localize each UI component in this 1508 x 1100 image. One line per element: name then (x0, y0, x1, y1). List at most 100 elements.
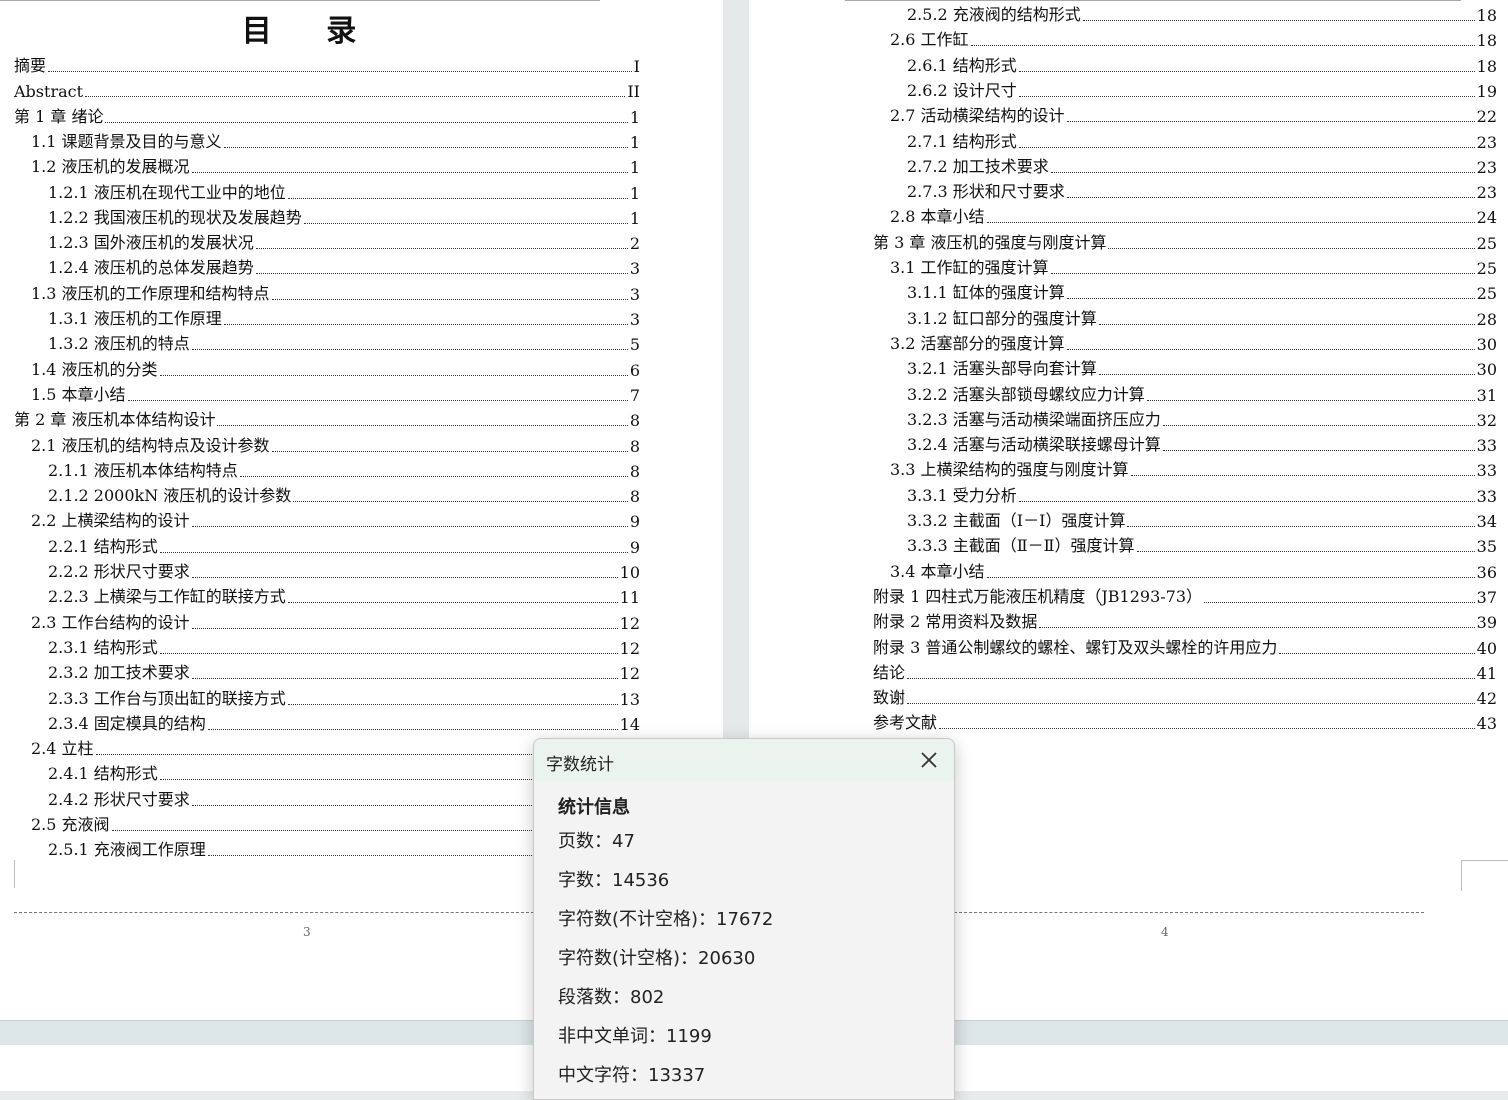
toc-entry[interactable]: 3.1.2 缸口部分的强度计算 28 (907, 307, 1497, 329)
toc-entry[interactable]: 3.3 上横梁结构的强度与刚度计算 33 (890, 458, 1497, 480)
toc-entry[interactable]: 3.3.3 主截面（Ⅱ－Ⅱ）强度计算 35 (907, 534, 1497, 556)
toc-leader-dots (191, 172, 628, 174)
toc-entry[interactable]: 2.7 活动横梁结构的设计 22 (890, 104, 1497, 126)
toc-entry[interactable]: 1.2.1 液压机在现代工业中的地位 1 (48, 181, 640, 203)
toc-entry[interactable]: 结论 41 (873, 661, 1497, 683)
toc-entry-title: 1.2.3 国外液压机的发展状况 (48, 233, 254, 253)
toc-leader-dots (1018, 146, 1475, 148)
toc-entry[interactable]: 1.2 液压机的发展概况 1 (31, 155, 640, 177)
toc-entry-title: 1.3.1 液压机的工作原理 (48, 309, 222, 328)
toc-entry[interactable]: 1.4 液压机的分类 6 (31, 358, 640, 380)
toc-entry[interactable]: 1.5 本章小结 7 (31, 383, 640, 405)
toc-entry[interactable]: 1.2.2 我国液压机的现状及发展趋势 1 (48, 206, 640, 228)
toc-leader-dots (255, 273, 628, 275)
toc-entry[interactable]: 3.3.2 主截面（Ⅰ－Ⅰ）强度计算 34 (907, 509, 1497, 531)
toc-entry[interactable]: 第 3 章 液压机的强度与刚度计算 25 (873, 231, 1497, 253)
toc-entry-title: 3.1.2 缸口部分的强度计算 (907, 308, 1097, 328)
toc-leader-dots (159, 652, 618, 654)
toc-entry[interactable]: 附录 1 四柱式万能液压机精度（JB1293-73） 37 (873, 585, 1497, 607)
toc-entry[interactable]: 3.2.1 活塞头部导向套计算 30 (907, 357, 1497, 379)
toc-entry[interactable]: 1.2.4 液压机的总体发展趋势 3 (48, 256, 640, 278)
toc-entry-title: 3.4 本章小结 (890, 561, 985, 581)
toc-entry[interactable]: 2.5 充液阀 (31, 813, 540, 835)
toc-entry[interactable]: 2.1.1 液压机本体结构特点 8 (48, 459, 640, 481)
toc-entry[interactable]: 2.6.2 设计尺寸 19 (907, 79, 1497, 101)
toc-entry-title: 致谢 (873, 688, 906, 708)
toc-leader-dots (287, 703, 618, 705)
toc-page-number: 8 (629, 436, 640, 456)
toc-page-number: 37 (1476, 587, 1497, 607)
toc-entry[interactable]: 2.4 立柱 (31, 737, 540, 759)
toc-entry[interactable]: 2.3.3 工作台与顶出缸的联接方式 13 (48, 687, 640, 709)
toc-entry[interactable]: 2.5.2 充液阀的结构形式 18 (907, 3, 1497, 25)
toc-entry[interactable]: 2.3.4 固定模具的结构 14 (48, 712, 640, 734)
toc-page-number: 32 (1476, 410, 1497, 430)
toc-leader-dots (1018, 500, 1475, 502)
toc-entry[interactable]: 2.6 工作缸 18 (890, 28, 1497, 50)
toc-entry[interactable]: 3.2.4 活塞与活动横梁联接螺母计算 33 (907, 433, 1497, 455)
toc-entry[interactable]: 3.2.2 活塞头部锁母螺纹应力计算 31 (907, 383, 1497, 405)
toc-entry[interactable]: 第 1 章 绪论 1 (14, 105, 640, 127)
toc-entry[interactable]: 2.6.1 结构形式 18 (907, 54, 1497, 76)
toc-page-number: 18 (1476, 56, 1497, 76)
toc-entry[interactable]: 2.7.3 形状和尺寸要求 23 (907, 180, 1497, 202)
toc-entry[interactable]: 2.5.1 充液阀工作原理 (48, 838, 540, 860)
toc-page-number: 2 (629, 234, 640, 254)
toc-page-number: 22 (1476, 107, 1497, 127)
toc-entry[interactable]: 2.3.1 结构形式 12 (48, 636, 640, 658)
toc-page-number: 33 (1476, 461, 1497, 481)
toc-entry[interactable]: 1.1 课题背景及目的与意义 1 (31, 130, 640, 152)
toc-page-number: 5 (629, 335, 640, 355)
toc-entry[interactable]: 1.2.3 国外液压机的发展状况 2 (48, 231, 640, 253)
toc-entry[interactable]: 第 2 章 液压机本体结构设计 8 (14, 408, 640, 430)
toc-entry-title: 2.5.1 充液阀工作原理 (48, 840, 206, 860)
toc-entry[interactable]: 致谢 42 (873, 686, 1497, 708)
toc-entry-title: 附录 2 常用资料及数据 (873, 612, 1038, 632)
toc-entry[interactable]: 2.1.2 2000kN 液压机的设计参数 8 (48, 484, 640, 506)
toc-entry[interactable]: 2.2.3 上横梁与工作缸的联接方式 11 (48, 585, 640, 607)
toc-entry-title: 2.3.3 工作台与顶出缸的联接方式 (48, 688, 286, 708)
toc-entry-title: 1.2.2 我国液压机的现状及发展趋势 (48, 207, 302, 227)
toc-entry[interactable]: 3.1 工作缸的强度计算 25 (890, 256, 1497, 278)
toc-page-number: 23 (1476, 132, 1497, 152)
toc-entry[interactable]: 2.7.1 结构形式 23 (907, 130, 1497, 152)
toc-entry[interactable]: 1.3 液压机的工作原理和结构特点 3 (31, 282, 640, 304)
toc-entry[interactable]: 3.2.3 活塞与活动横梁端面挤压应力 32 (907, 408, 1497, 430)
toc-entry[interactable]: 附录 2 常用资料及数据 39 (873, 610, 1497, 632)
toc-entry[interactable]: 2.2.2 形状尺寸要求 10 (48, 560, 640, 582)
toc-entry-title: 2.7.1 结构形式 (907, 131, 1017, 151)
toc-entry[interactable]: 3.1.1 缸体的强度计算 25 (907, 281, 1497, 303)
toc-entry-title: 3.2.2 活塞头部锁母螺纹应力计算 (907, 384, 1145, 404)
toc-leader-dots (1050, 171, 1475, 173)
dialog-header: 字数统计 (534, 739, 954, 781)
toc-entry[interactable]: Abstract II (14, 79, 640, 101)
toc-entry[interactable]: 2.4.1 结构形式 (48, 762, 540, 784)
toc-entry-title: 2.7.3 形状和尺寸要求 (907, 182, 1065, 202)
toc-entry[interactable]: 3.4 本章小结 36 (890, 560, 1497, 582)
toc-entry[interactable]: 参考文献 43 (873, 711, 1497, 733)
toc-entry[interactable]: 附录 3 普通公制螺纹的螺栓、螺钉及双头螺栓的许用应力 40 (873, 636, 1497, 658)
toc-entry-title: 3.2.4 活塞与活动横梁联接螺母计算 (907, 435, 1161, 455)
stat-paragraphs: 段落数：802 (558, 987, 665, 1008)
toc-entry[interactable]: 2.3.2 加工技术要求 12 (48, 661, 640, 683)
close-icon[interactable] (916, 747, 942, 773)
stat-non-chinese-words: 非中文单词：1199 (558, 1026, 712, 1047)
toc-entry[interactable]: 1.3.2 液压机的特点 5 (48, 332, 640, 354)
stat-pages: 页数：47 (558, 831, 635, 852)
toc-entry[interactable]: 2.7.2 加工技术要求 23 (907, 155, 1497, 177)
toc-page-number: 25 (1476, 233, 1497, 253)
toc-entry-title: 第 2 章 液压机本体结构设计 (14, 410, 216, 430)
toc-entry[interactable]: 2.2 上横梁结构的设计 9 (31, 509, 640, 531)
toc-entry[interactable]: 1.3.1 液压机的工作原理 3 (48, 307, 640, 329)
toc-entry[interactable]: 3.2 活塞部分的强度计算 30 (890, 332, 1497, 354)
toc-entry[interactable]: 3.3.1 受力分析 33 (907, 484, 1497, 506)
toc-entry-title: 3.1.1 缸体的强度计算 (907, 283, 1065, 303)
toc-leader-dots (1146, 399, 1475, 401)
toc-entry[interactable]: 2.2.1 结构形式 9 (48, 535, 640, 557)
toc-entry[interactable]: 2.4.2 形状尺寸要求 (48, 788, 540, 810)
toc-entry[interactable]: 2.3 工作台结构的设计 12 (31, 611, 640, 633)
toc-entry[interactable]: 2.1 液压机的结构特点及设计参数 8 (31, 434, 640, 456)
toc-page-number: 19 (1476, 81, 1497, 101)
toc-entry[interactable]: 2.8 本章小结 24 (890, 205, 1497, 227)
toc-entry[interactable]: 摘要 I (14, 54, 640, 76)
